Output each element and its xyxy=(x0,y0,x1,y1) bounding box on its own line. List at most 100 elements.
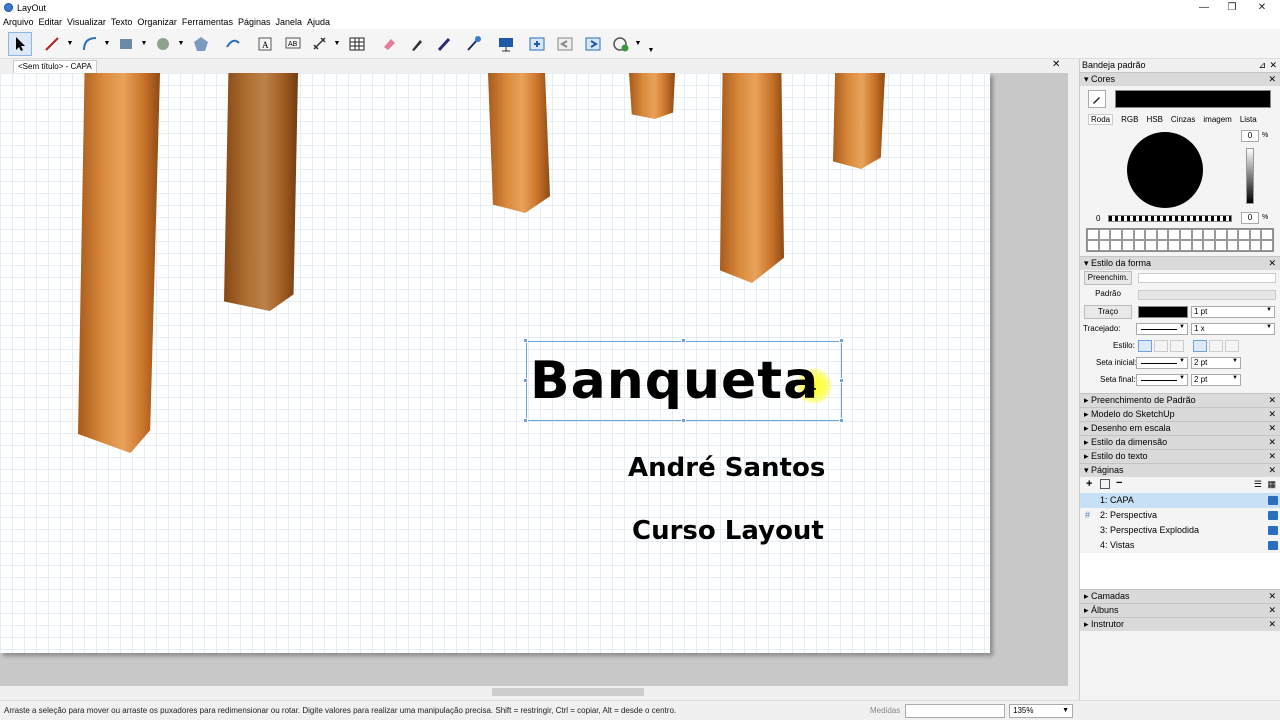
tab-lista[interactable]: Lista xyxy=(1240,115,1257,124)
panel-header-cores[interactable]: ▾ Cores ✕ xyxy=(1080,72,1280,86)
sketchup-update-dropdown[interactable]: ▼ xyxy=(634,39,642,47)
panel-header-estilo-forma[interactable]: ▾ Estilo da forma ✕ xyxy=(1080,256,1280,270)
join-style-button[interactable] xyxy=(1193,340,1207,352)
document-tab[interactable]: <Sem título> - CAPA xyxy=(13,60,97,73)
circle-tool-icon[interactable] xyxy=(151,32,175,56)
close-window-button[interactable]: ✕ xyxy=(1248,0,1276,15)
panel-header-preenchimento-padrao[interactable]: ▸ Preenchimento de Padrão ✕ xyxy=(1080,393,1280,407)
add-page-icon[interactable] xyxy=(525,32,549,56)
tab-hsb[interactable]: HSB xyxy=(1146,115,1162,124)
close-icon[interactable]: ✕ xyxy=(1268,408,1276,421)
close-icon[interactable]: ✕ xyxy=(1268,604,1276,617)
page-item[interactable]: 4: Vistas xyxy=(1080,538,1280,553)
resize-handle[interactable] xyxy=(523,338,528,343)
tab-imagem[interactable]: imagem xyxy=(1203,115,1231,124)
select-tool-icon[interactable] xyxy=(8,32,32,56)
close-icon[interactable]: ✕ xyxy=(1268,73,1276,86)
course-text[interactable]: Curso Layout xyxy=(632,516,824,546)
list-view-icon[interactable]: ☰ xyxy=(1254,479,1262,490)
menu-editar[interactable]: Editar xyxy=(39,17,63,27)
stool-leg-image[interactable] xyxy=(629,73,675,119)
opacity-slider[interactable] xyxy=(1108,215,1232,222)
panel-header-estilo-texto[interactable]: ▸ Estilo do texto ✕ xyxy=(1080,449,1280,463)
cap-style-button[interactable] xyxy=(1170,340,1184,352)
brightness-slider[interactable] xyxy=(1246,148,1254,204)
stool-leg-image[interactable] xyxy=(78,73,160,453)
close-icon[interactable]: ✕ xyxy=(1268,464,1276,477)
pin-icon[interactable]: ⊿ xyxy=(1258,59,1266,72)
opacity-value[interactable]: 0 xyxy=(1241,212,1259,224)
panel-header-paginas[interactable]: ▾ Páginas ✕ xyxy=(1080,463,1280,477)
menu-arquivo[interactable]: Arquivo xyxy=(3,17,34,27)
minimize-button[interactable]: — xyxy=(1190,0,1218,15)
resize-handle[interactable] xyxy=(681,418,686,423)
stroke-toggle-button[interactable]: Traço xyxy=(1084,305,1132,319)
close-icon[interactable]: ✕ xyxy=(1268,590,1276,603)
menu-texto[interactable]: Texto xyxy=(111,17,133,27)
restore-button[interactable]: ❐ xyxy=(1218,0,1246,15)
dash-style-select[interactable]: ▼ xyxy=(1136,323,1188,335)
stool-leg-image[interactable] xyxy=(224,73,298,311)
pattern-swatch[interactable] xyxy=(1138,290,1276,300)
menu-organizar[interactable]: Organizar xyxy=(137,17,177,27)
close-icon[interactable]: ✕ xyxy=(1268,257,1276,270)
scrollbar-thumb[interactable] xyxy=(492,688,644,696)
stool-leg-image[interactable] xyxy=(720,73,784,283)
page-item[interactable]: #2: Perspectiva xyxy=(1080,508,1280,523)
style-tool-icon[interactable] xyxy=(405,32,429,56)
color-palette[interactable] xyxy=(1086,228,1274,252)
panel-header-estilo-dimensao[interactable]: ▸ Estilo da dimensão ✕ xyxy=(1080,435,1280,449)
vertical-scrollbar[interactable] xyxy=(1068,73,1076,686)
stool-leg-image[interactable] xyxy=(833,73,885,169)
rectangle-tool-icon[interactable] xyxy=(114,32,138,56)
close-tray-icon[interactable]: ✕ xyxy=(1269,59,1277,72)
sketchup-update-icon[interactable] xyxy=(609,32,633,56)
page-item[interactable]: 3: Perspectiva Explodida xyxy=(1080,523,1280,538)
split-tool-icon[interactable] xyxy=(433,32,457,56)
line-tool-dropdown[interactable]: ▼ xyxy=(66,39,74,47)
start-arrow-select[interactable]: ▼ xyxy=(1136,357,1188,369)
stroke-color-swatch[interactable] xyxy=(1138,306,1188,318)
toolbar-overflow-icon[interactable]: ▼ xyxy=(647,46,655,54)
menu-ajuda[interactable]: Ajuda xyxy=(307,17,330,27)
tab-roda[interactable]: Roda xyxy=(1088,113,1114,125)
panel-header-instrutor[interactable]: ▸ Instrutor ✕ xyxy=(1080,617,1280,631)
close-icon[interactable]: ✕ xyxy=(1268,436,1276,449)
author-text[interactable]: André Santos xyxy=(628,453,825,483)
close-icon[interactable]: ✕ xyxy=(1268,618,1276,631)
previous-page-icon[interactable] xyxy=(553,32,577,56)
eraser-tool-icon[interactable] xyxy=(377,32,401,56)
presentation-page-icon[interactable] xyxy=(1268,511,1278,520)
offset-tool-icon[interactable] xyxy=(221,32,245,56)
dimension-tool-icon[interactable] xyxy=(308,32,332,56)
add-page-icon[interactable]: + xyxy=(1086,478,1092,490)
measurements-input[interactable] xyxy=(905,704,1005,718)
dash-scale-select[interactable]: 1 x ▼ xyxy=(1191,323,1275,335)
document-page[interactable]: Banqueta André Santos Curso Layout ✛ xyxy=(0,73,990,653)
tab-rgb[interactable]: RGB xyxy=(1121,115,1138,124)
zoom-select[interactable]: 135% ▼ xyxy=(1009,704,1073,718)
menu-visualizar[interactable]: Visualizar xyxy=(67,17,106,27)
presentation-icon[interactable] xyxy=(494,32,518,56)
resize-handle[interactable] xyxy=(839,418,844,423)
menu-janela[interactable]: Janela xyxy=(275,17,302,27)
polygon-tool-icon[interactable] xyxy=(189,32,213,56)
text-tool-icon[interactable]: A xyxy=(253,32,277,56)
menu-ferramentas[interactable]: Ferramentas xyxy=(182,17,233,27)
presentation-page-icon[interactable] xyxy=(1268,541,1278,550)
close-icon[interactable]: ✕ xyxy=(1268,394,1276,407)
horizontal-scrollbar[interactable] xyxy=(0,686,1068,698)
resize-handle[interactable] xyxy=(681,338,686,343)
end-arrow-size-select[interactable]: 2 pt ▼ xyxy=(1191,374,1241,386)
cap-style-button[interactable] xyxy=(1154,340,1168,352)
panel-header-albuns[interactable]: ▸ Álbuns ✕ xyxy=(1080,603,1280,617)
rectangle-tool-dropdown[interactable]: ▼ xyxy=(140,39,148,47)
start-arrow-size-select[interactable]: 2 pt ▼ xyxy=(1191,357,1241,369)
end-arrow-select[interactable]: ▼ xyxy=(1136,374,1188,386)
fill-color-swatch[interactable] xyxy=(1138,273,1276,283)
fill-toggle-button[interactable]: Preenchim. xyxy=(1084,271,1132,285)
panel-header-desenho-escala[interactable]: ▸ Desenho em escala ✕ xyxy=(1080,421,1280,435)
close-tab-icon[interactable]: ✕ xyxy=(1052,59,1060,70)
resize-handle[interactable] xyxy=(839,338,844,343)
label-tool-icon[interactable]: AB xyxy=(281,32,305,56)
